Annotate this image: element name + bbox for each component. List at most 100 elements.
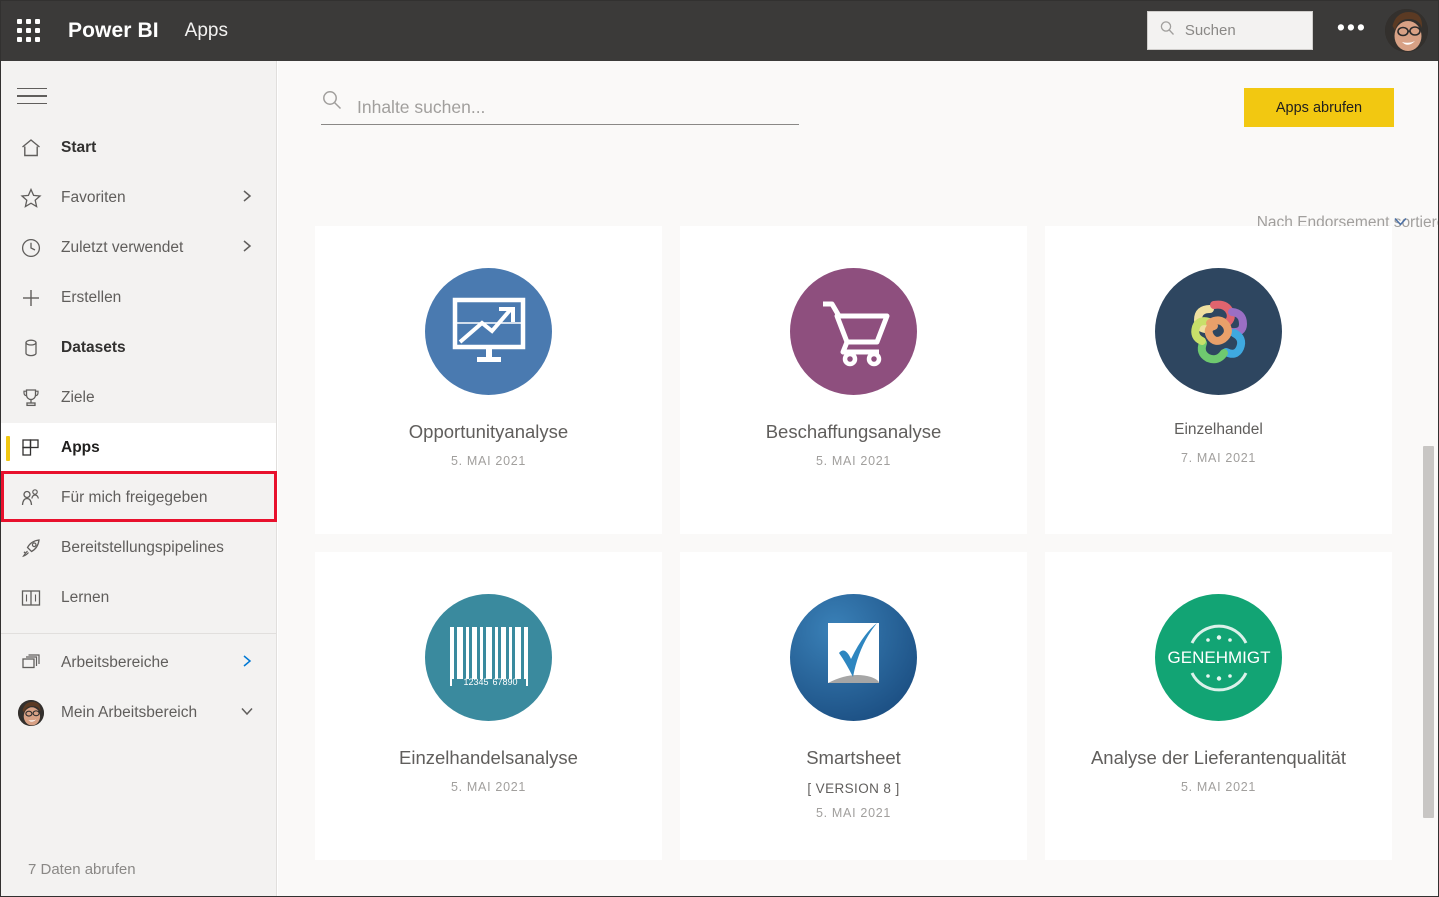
content-toolbar: Inhalte suchen... Apps abrufen Nach Endo… xyxy=(278,61,1439,231)
barcode-digits-left: 12345 xyxy=(463,677,488,687)
app-card[interactable]: Opportunityanalyse 5. MAI 2021 xyxy=(315,226,662,534)
sidebar-item-fuer-mich-freigegeben[interactable]: Für mich freigegeben xyxy=(0,473,276,523)
app-card-date: 5. MAI 2021 xyxy=(815,806,892,821)
global-search-placeholder: Suchen xyxy=(1184,22,1236,39)
sidebar-item-label: Zuletzt verwendet xyxy=(61,239,184,256)
sidebar-item-label: Bereitstellungspipelines xyxy=(61,539,224,556)
apps-grid-icon xyxy=(18,435,44,461)
app-icon-circle xyxy=(1155,268,1282,395)
app-card-date: 7. MAI 2021 xyxy=(1180,450,1257,465)
app-card-title: Smartsheet xyxy=(806,747,901,768)
top-bar-right-cluster: Suchen ••• xyxy=(1146,9,1439,52)
apps-card-grid: Opportunityanalyse 5. MAI 2021 Beschaffu… xyxy=(315,226,1415,860)
sidebar-item-datasets[interactable]: Datasets xyxy=(0,323,276,373)
sidebar-item-bereitstellungspipelines[interactable]: Bereitstellungspipelines xyxy=(0,523,276,573)
app-icon-circle xyxy=(425,268,552,395)
app-card-date: 5. MAI 2021 xyxy=(450,780,527,795)
sidebar-item-label: Für mich freigegeben xyxy=(61,489,208,506)
global-search-input[interactable]: Suchen xyxy=(1146,11,1313,50)
power-bi-app-window: Power BI Apps Suchen ••• Start Favoriten… xyxy=(0,0,1439,897)
sidebar-item-label: Favoriten xyxy=(61,189,126,206)
app-card-title: Einzelhandel xyxy=(1174,421,1263,438)
book-icon xyxy=(18,585,44,611)
rocket-icon xyxy=(18,535,44,561)
app-card-date: 5. MAI 2021 xyxy=(815,454,892,469)
brand-title[interactable]: Power BI xyxy=(68,19,159,43)
content-search-input[interactable]: Inhalte suchen... xyxy=(321,89,799,125)
chevron-right-icon[interactable] xyxy=(240,189,254,208)
avatar-photo-icon xyxy=(1385,9,1428,52)
app-card[interactable]: 12345 67890 Einzelhandelsanalyse 5. MAI … xyxy=(315,552,662,860)
dataset-icon xyxy=(18,335,44,361)
app-card-title: Beschaffungsanalyse xyxy=(765,421,942,442)
get-apps-button[interactable]: Apps abrufen xyxy=(1244,88,1394,127)
sidebar-item-label: Mein Arbeitsbereich xyxy=(61,704,198,721)
home-icon xyxy=(18,135,44,161)
sidebar-item-zuletzt-verwendet[interactable]: Zuletzt verwendet xyxy=(0,223,276,273)
app-card-title: Einzelhandelsanalyse xyxy=(399,747,578,768)
approved-badge-text: GENEHMIGT xyxy=(1167,648,1270,667)
sidebar-item-lernen[interactable]: Lernen xyxy=(0,573,276,623)
sidebar-item-label: Ziele xyxy=(61,389,95,406)
app-icon-circle xyxy=(790,268,917,395)
app-card-date: 5. MAI 2021 xyxy=(450,454,527,469)
sidebar-item-erstellen[interactable]: Erstellen xyxy=(0,273,276,323)
barcode-digits-right: 67890 xyxy=(492,677,517,687)
sidebar-item-ziele[interactable]: Ziele xyxy=(0,373,276,423)
app-launcher-icon[interactable] xyxy=(14,16,44,46)
barcode-icon: 12345 67890 xyxy=(449,626,528,687)
sidebar-item-start[interactable]: Start xyxy=(0,123,276,173)
app-card-date: 5. MAI 2021 xyxy=(1180,780,1257,795)
trophy-icon xyxy=(18,385,44,411)
nav-items-list: Start Favoriten Zuletzt verwendet Erstel… xyxy=(0,123,276,738)
app-card-version: [ VERSION 8 ] xyxy=(807,781,900,797)
sidebar-item-mein-arbeitsbereich[interactable]: Mein Arbeitsbereich xyxy=(0,688,276,738)
shopping-cart-icon xyxy=(822,301,889,366)
approved-seal-icon: GENEHMIGT xyxy=(1167,624,1270,691)
collapse-nav-button[interactable] xyxy=(17,83,51,109)
app-icon-circle: 12345 67890 xyxy=(425,594,552,721)
sidebar-item-label: Arbeitsbereiche xyxy=(61,654,169,671)
main-content-area: Inhalte suchen... Apps abrufen Nach Endo… xyxy=(278,61,1439,897)
app-card-title: Analyse der Lieferantenqualität xyxy=(1090,747,1347,768)
sidebar-item-label: Datasets xyxy=(61,339,126,356)
sidebar-item-label: Apps xyxy=(61,439,100,456)
left-navigation-sidebar: Start Favoriten Zuletzt verwendet Erstel… xyxy=(0,61,277,897)
sidebar-item-arbeitsbereiche[interactable]: Arbeitsbereiche xyxy=(0,638,276,688)
sidebar-item-apps[interactable]: Apps xyxy=(0,423,276,473)
smartsheet-check-icon xyxy=(827,622,879,683)
colorful-knot-icon xyxy=(1190,300,1247,363)
search-icon xyxy=(321,89,343,116)
app-card[interactable]: Einzelhandel 7. MAI 2021 xyxy=(1045,226,1392,534)
vertical-scroll-track[interactable] xyxy=(1422,61,1439,897)
content-search-placeholder: Inhalte suchen... xyxy=(357,97,486,117)
app-card[interactable]: Beschaffungsanalyse 5. MAI 2021 xyxy=(680,226,1027,534)
app-card-title: Opportunityanalyse xyxy=(408,421,569,442)
plus-icon xyxy=(18,285,44,311)
app-icon-circle xyxy=(790,594,917,721)
more-options-button[interactable]: ••• xyxy=(1337,15,1367,41)
app-icon-circle: GENEHMIGT xyxy=(1155,594,1282,721)
avatar-icon xyxy=(18,700,44,726)
section-title: Apps xyxy=(184,19,228,41)
workspaces-icon xyxy=(18,650,44,676)
app-card[interactable]: Smartsheet [ VERSION 8 ] 5. MAI 2021 xyxy=(680,552,1027,860)
search-icon xyxy=(1159,20,1176,42)
app-card[interactable]: GENEHMIGT Analyse der Lieferantenqualitä… xyxy=(1045,552,1392,860)
sidebar-item-label: Start xyxy=(61,139,97,156)
user-avatar[interactable] xyxy=(1385,9,1428,52)
sidebar-item-label: Erstellen xyxy=(61,289,122,306)
chevron-right-icon[interactable] xyxy=(240,239,254,258)
chevron-right-icon[interactable] xyxy=(240,654,254,673)
get-data-link[interactable]: 7 Daten abrufen xyxy=(0,841,277,897)
sidebar-item-label: Lernen xyxy=(61,589,110,606)
star-icon xyxy=(18,185,44,211)
sidebar-divider xyxy=(0,633,276,634)
vertical-scrollbar-thumb[interactable] xyxy=(1423,446,1434,818)
sidebar-item-favoriten[interactable]: Favoriten xyxy=(0,173,276,223)
clock-icon xyxy=(18,235,44,261)
shared-person-icon xyxy=(18,485,44,511)
chevron-down-icon[interactable] xyxy=(240,704,254,723)
top-navigation-bar: Power BI Apps Suchen ••• xyxy=(0,0,1439,61)
monitor-chart-icon xyxy=(452,297,525,362)
